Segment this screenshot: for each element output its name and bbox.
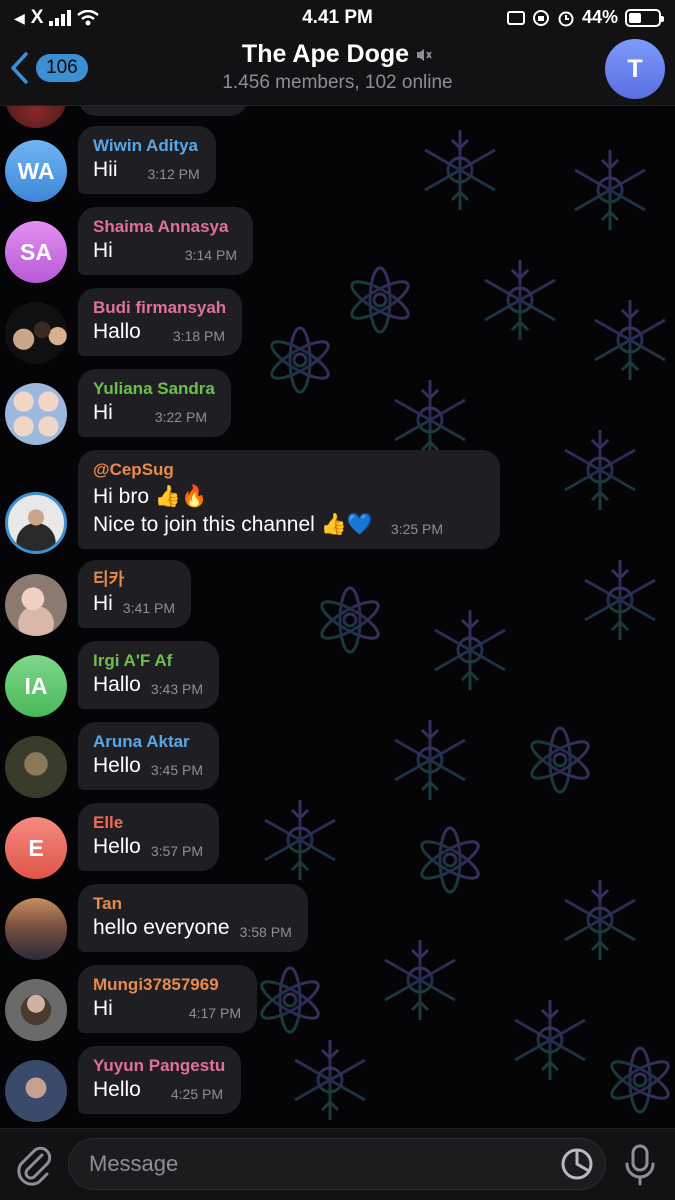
message-list[interactable]: WA Wiwin Aditya Hii 3:12 PM SA Shaima An… (0, 106, 675, 1128)
message-text: hello everyone (93, 916, 230, 939)
message-text: Hi (93, 401, 113, 424)
message-time: 3:22 PM (154, 409, 207, 425)
message-text: Hello (93, 835, 141, 858)
message-time: 3:58 PM (239, 924, 292, 940)
avatar[interactable] (5, 898, 67, 960)
sender-name[interactable]: 티카 (93, 569, 175, 590)
avatar[interactable] (5, 106, 67, 128)
avatar[interactable] (5, 492, 67, 554)
attachment-icon[interactable] (14, 1143, 54, 1187)
message-time: 4:17 PM (188, 1005, 241, 1021)
sender-name[interactable]: Shaima Annasya (93, 216, 237, 237)
avatar[interactable]: IA (5, 655, 67, 717)
message-text: Hii (93, 158, 118, 181)
message-bubble (78, 106, 248, 116)
chat-title-area[interactable]: The Ape Doge 1.456 members, 102 online (150, 40, 525, 94)
message-time: 3:25 PM (390, 521, 444, 537)
sender-name[interactable]: Yuyun Pangestu (93, 1055, 225, 1076)
message-bubble[interactable]: Tan hello everyone 3:58 PM (78, 884, 308, 952)
message-time: 3:18 PM (172, 328, 225, 344)
avatar-initials: E (28, 834, 44, 861)
avatar[interactable] (5, 574, 67, 636)
chevron-left-icon (11, 52, 28, 84)
sender-name[interactable]: Tan (93, 893, 292, 914)
sender-name[interactable]: Elle (93, 812, 203, 833)
chat-subtitle: 1.456 members, 102 online (222, 72, 453, 93)
sender-name[interactable]: @CepSug (93, 459, 484, 480)
message-text: Hallo (93, 320, 141, 343)
message-time: 3:41 PM (122, 600, 175, 616)
message-bubble[interactable]: Shaima Annasya Hi 3:14 PM (78, 207, 253, 275)
back-button[interactable]: 106 (10, 52, 88, 84)
message-bubble[interactable]: Aruna Aktar Hello 3:45 PM (78, 722, 219, 790)
message-bubble[interactable]: Yuyun Pangestu Hello 4:25 PM (78, 1046, 242, 1114)
unread-count-badge: 106 (36, 54, 88, 82)
sender-name[interactable]: Budi firmansyah (93, 297, 226, 318)
message-text: Hi (93, 239, 113, 262)
message-bubble[interactable]: Budi firmansyah Hallo 3:18 PM (78, 288, 243, 356)
avatar[interactable] (5, 383, 67, 445)
microphone-icon[interactable] (622, 1143, 658, 1187)
message-time: 3:12 PM (147, 166, 200, 182)
message-text-line-2: Nice to join this channel 👍💙 (93, 513, 373, 536)
message-text: Hi (93, 592, 113, 615)
chat-header: 106 The Ape Doge 1.456 members, 102 onli… (0, 36, 675, 106)
avatar[interactable] (5, 1060, 67, 1122)
battery-level (629, 12, 642, 23)
message-time: 3:14 PM (184, 247, 237, 263)
alarm-icon (558, 11, 574, 26)
avatar[interactable]: SA (5, 221, 67, 283)
sender-name[interactable]: Aruna Aktar (93, 731, 203, 752)
message-text: Hello (93, 754, 141, 777)
message-input[interactable] (68, 1138, 606, 1190)
battery-icon (625, 8, 664, 27)
message-text-line-1: Hi bro 👍🔥 (93, 485, 208, 508)
group-avatar[interactable]: T (605, 39, 665, 99)
message-bubble[interactable]: Elle Hello 3:57 PM (78, 803, 219, 871)
avatar-initials: SA (20, 238, 52, 265)
message-bubble[interactable]: 티카 Hi 3:41 PM (78, 560, 191, 628)
message-time: 4:25 PM (170, 1086, 223, 1102)
sender-name[interactable]: Mungi37857969 (93, 974, 241, 995)
battery-percent: 44% (581, 7, 618, 27)
muted-icon (417, 48, 432, 61)
sender-name[interactable]: Wiwin Aditya (93, 135, 200, 156)
sender-name[interactable]: Yuliana Sandra (93, 378, 215, 399)
message-bubble[interactable]: Irgi A'F Af Hallo 3:43 PM (78, 641, 219, 709)
message-bubble[interactable]: Mungi37857969 Hi 4:17 PM (78, 965, 257, 1033)
avatar[interactable] (5, 979, 67, 1041)
avatar[interactable]: E (5, 817, 67, 879)
sender-name[interactable]: Irgi A'F Af (93, 650, 203, 671)
message-time: 3:57 PM (150, 843, 203, 859)
message-time: 3:43 PM (150, 681, 203, 697)
data-saver-icon (506, 10, 525, 25)
message-text: Hello (93, 1078, 141, 1101)
message-bubble[interactable]: Wiwin Aditya Hii 3:12 PM (78, 126, 216, 194)
message-text: Hi (93, 997, 113, 1020)
avatar-initials: WA (17, 157, 55, 184)
chat-title: The Ape Doge (241, 40, 410, 68)
avatar[interactable] (5, 736, 67, 798)
orientation-lock-icon (532, 9, 549, 26)
message-bubble[interactable]: Yuliana Sandra Hi 3:22 PM (78, 369, 231, 437)
message-bubble[interactable]: @CepSug Hi bro 👍🔥 Nice to join this chan… (78, 450, 500, 549)
status-bar-right: 44% (506, 7, 664, 28)
message-input-bar (0, 1128, 675, 1200)
avatar-initials: IA (24, 672, 48, 699)
avatar[interactable] (5, 302, 67, 364)
avatar[interactable]: WA (5, 140, 67, 202)
message-text: Hallo (93, 673, 141, 696)
status-bar: ◀ X 4.41 PM 44% (0, 0, 675, 36)
message-time: 3:45 PM (150, 762, 203, 778)
sticker-icon[interactable] (560, 1147, 594, 1181)
